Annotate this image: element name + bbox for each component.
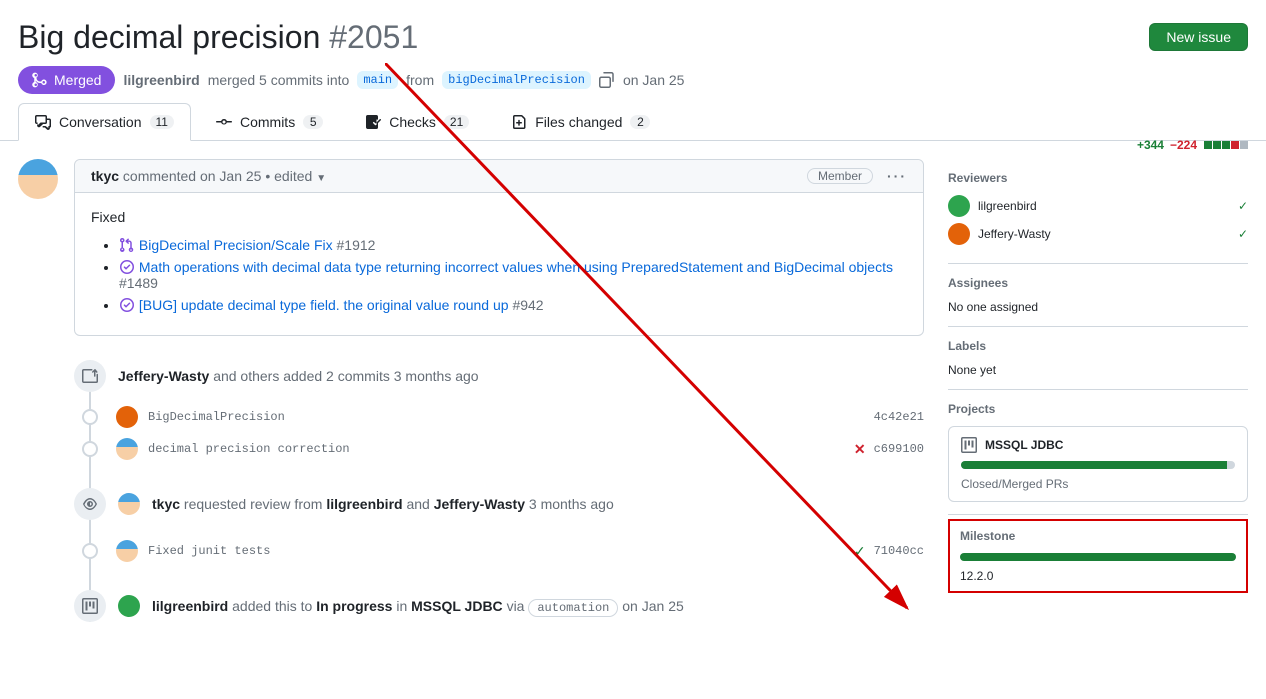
merge-date: on Jan 25: [623, 72, 685, 88]
commit-hash[interactable]: 71040cc: [874, 544, 924, 558]
merge-text: merged 5 commits into: [208, 72, 350, 88]
sidebar-projects: Projects MSSQL JDBC Closed/Merged PRs: [948, 390, 1248, 515]
avatar[interactable]: [118, 595, 140, 617]
pr-title-text: Big decimal precision: [18, 19, 320, 55]
project-icon: [961, 437, 977, 453]
tab-conversation[interactable]: Conversation 11: [18, 103, 191, 141]
role-badge: Member: [807, 168, 873, 184]
commit-row: BigDecimalPrecision 4c42e21: [74, 406, 924, 428]
project-card[interactable]: MSSQL JDBC Closed/Merged PRs: [948, 426, 1248, 502]
files-count: 2: [630, 115, 650, 129]
chevron-down-icon[interactable]: ▼: [316, 173, 326, 184]
git-commit-icon: [216, 114, 232, 130]
comment-text: Fixed: [91, 209, 907, 225]
linked-issue: Math operations with decimal data type r…: [119, 259, 907, 291]
milestone-name[interactable]: 12.2.0: [960, 569, 1236, 583]
check-icon: ✓: [854, 543, 866, 560]
new-issue-button[interactable]: New issue: [1149, 23, 1248, 51]
avatar: [948, 223, 970, 245]
avatar[interactable]: [116, 406, 138, 428]
timeline-review-event: tkyc requested review from lilgreenbird …: [74, 488, 924, 520]
tab-files[interactable]: Files changed 2: [494, 103, 667, 141]
merge-state-badge: Merged: [18, 66, 115, 94]
avatar[interactable]: [116, 438, 138, 460]
commit-hash[interactable]: c699100: [874, 442, 924, 456]
avatar[interactable]: [116, 540, 138, 562]
reviewer-row[interactable]: lilgreenbird ✓: [948, 195, 1248, 217]
checklist-icon: [365, 114, 381, 130]
commits-count: 5: [303, 115, 323, 129]
reviewer-row[interactable]: Jeffery-Wasty ✓: [948, 223, 1248, 245]
linked-issue: BigDecimal Precision/Scale Fix #1912: [119, 237, 907, 253]
pr-number: #2051: [329, 19, 418, 55]
issue-closed-icon: [119, 259, 135, 275]
avatar: [948, 195, 970, 217]
file-diff-icon: [511, 114, 527, 130]
issue-closed-icon: [119, 297, 135, 313]
commit-message[interactable]: BigDecimalPrecision: [148, 410, 285, 424]
commit-hash[interactable]: 4c42e21: [874, 410, 924, 424]
tab-commits[interactable]: Commits 5: [199, 103, 340, 141]
sidebar-labels: Labels None yet: [948, 327, 1248, 390]
kebab-menu[interactable]: ···: [887, 168, 907, 184]
repo-push-icon: [74, 360, 106, 392]
avatar[interactable]: [18, 159, 58, 199]
check-icon: ✓: [1238, 199, 1248, 213]
x-icon: ✕: [854, 441, 866, 458]
additions: +344: [1137, 138, 1164, 152]
comment-discussion-icon: [35, 114, 51, 130]
diffstat: +344 −224: [1137, 138, 1248, 152]
pr-title: Big decimal precision #2051: [18, 18, 418, 56]
avatar[interactable]: [118, 493, 140, 515]
commit-message[interactable]: decimal precision correction: [148, 442, 350, 456]
checks-count: 21: [444, 115, 469, 129]
commit-row: decimal precision correction ✕ c699100: [74, 438, 924, 460]
sidebar-assignees: Assignees No one assigned: [948, 264, 1248, 327]
sidebar-reviewers: Reviewers lilgreenbird ✓ Jeffery-Wasty ✓: [948, 159, 1248, 264]
project-progress: [961, 461, 1235, 469]
timeline-project-event: lilgreenbird added this to In progress i…: [74, 590, 924, 622]
commit-dot-icon: [82, 441, 98, 457]
head-branch[interactable]: bigDecimalPrecision: [442, 71, 591, 89]
commit-dot-icon: [82, 543, 98, 559]
comment-date[interactable]: on Jan 25: [200, 168, 262, 184]
sidebar-milestone: Milestone 12.2.0: [948, 519, 1248, 593]
commit-message[interactable]: Fixed junit tests: [148, 544, 270, 558]
conversation-count: 11: [150, 115, 174, 129]
deletions: −224: [1170, 138, 1197, 152]
merge-author[interactable]: lilgreenbird: [123, 72, 199, 88]
check-icon: ✓: [1238, 227, 1248, 241]
base-branch[interactable]: main: [357, 71, 398, 89]
git-merge-icon: [32, 72, 48, 88]
milestone-progress: [960, 553, 1236, 561]
git-pull-request-icon: [119, 237, 135, 253]
eye-icon: [74, 488, 106, 520]
timeline-push-event: Jeffery-Wasty and others added 2 commits…: [74, 360, 924, 392]
commit-dot-icon: [82, 409, 98, 425]
linked-issue: [BUG] update decimal type field. the ori…: [119, 297, 907, 313]
comment-author[interactable]: tkyc: [91, 168, 119, 184]
main-comment: tkyc commented on Jan 25 • edited ▼ Memb…: [74, 159, 924, 336]
copy-icon[interactable]: [599, 72, 615, 88]
tab-checks[interactable]: Checks 21: [348, 103, 486, 141]
diff-bar: [1203, 138, 1248, 152]
project-icon: [74, 590, 106, 622]
automation-label: automation: [528, 599, 618, 617]
commit-row: Fixed junit tests ✓ 71040cc: [74, 540, 924, 562]
